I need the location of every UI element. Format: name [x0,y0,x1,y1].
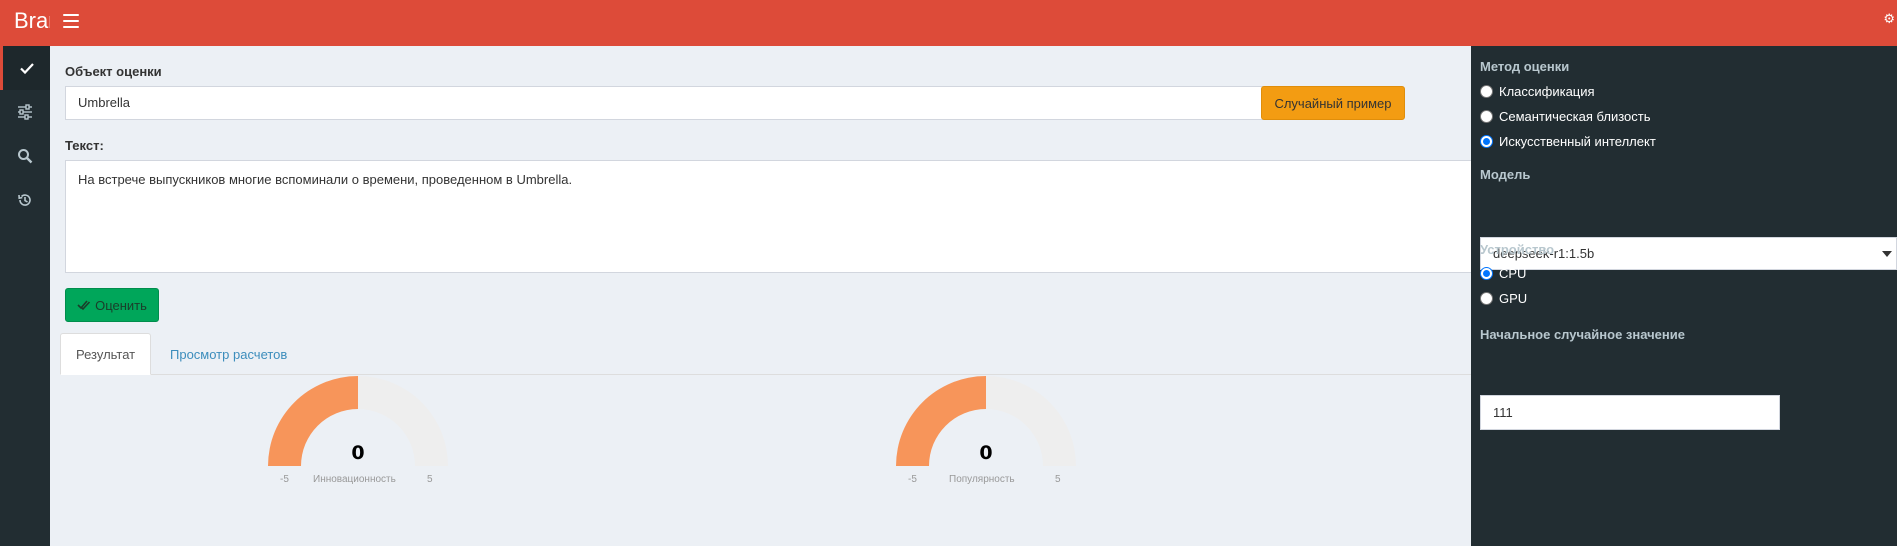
method-option-ai[interactable]: Искусственный интеллект [1480,134,1656,149]
object-input[interactable]: Umbrella [65,86,1281,120]
device-option-gpu[interactable]: GPU [1480,291,1527,306]
tab-result[interactable]: Результат [60,333,152,375]
check-icon [19,63,34,75]
object-label: Объект оценки [65,64,162,79]
evaluate-button-label: Оценить [95,297,147,313]
gauge-min: -5 [280,474,289,485]
sidebar-item-settings[interactable] [0,90,50,134]
text-area[interactable]: На встрече выпускников многие вспоминали… [65,160,1471,273]
sliders-icon [18,104,32,120]
gauge-popularity: 0 -5 Популярность 5 [886,376,1086,486]
radio-label: CPU [1499,266,1527,281]
brand-logo[interactable]: Brand [0,0,50,46]
top-header: Brand ⚙ [0,0,1897,46]
radio-button[interactable] [1480,292,1493,305]
random-example-button[interactable]: Случайный пример [1261,86,1405,120]
radio-label: Классификация [1499,84,1595,99]
model-label: Модель [1480,167,1531,182]
gauge-value: 0 [351,442,365,464]
radio-button[interactable] [1480,135,1493,148]
radio-label: Семантическая близость [1499,109,1651,124]
chevron-down-icon [1882,251,1892,257]
radio-label: GPU [1499,291,1528,306]
history-icon [18,194,31,206]
radio-button[interactable] [1480,85,1493,98]
tab-calculations[interactable]: Просмотр расчетов [155,333,302,375]
gauge-min: -5 [908,474,917,485]
device-option-cpu[interactable]: CPU [1480,266,1526,281]
method-option-classification[interactable]: Классификация [1480,84,1595,99]
gauge-value: 0 [979,442,993,464]
method-label: Метод оценки [1480,59,1570,74]
gear-icon[interactable]: ⚙ [1883,12,1895,27]
device-label: Устройство [1480,242,1555,257]
gauge-innovation: 0 -5 Инновационность 5 [258,376,458,486]
right-settings-panel: Метод оценки Классификация Семантическая… [1471,46,1897,546]
text-label: Текст: [65,138,104,153]
gauge-max: 5 [1055,474,1061,485]
hamburger-icon[interactable] [63,14,79,28]
seed-input[interactable]: 111 [1480,395,1780,430]
radio-button[interactable] [1480,110,1493,123]
search-icon [18,149,33,164]
radio-label: Искусственный интеллект [1499,134,1656,149]
seed-label: Начальное случайное значение [1480,327,1685,342]
sidebar-item-search[interactable] [0,134,50,178]
gauge-max: 5 [427,474,433,485]
left-sidebar [0,46,50,546]
method-option-semantic[interactable]: Семантическая близость [1480,109,1651,124]
gauge-name: Инновационность [313,474,396,485]
radio-button[interactable] [1480,267,1493,280]
double-check-icon [77,300,91,311]
sidebar-item-evaluate[interactable] [0,46,50,90]
gauge-name: Популярность [949,474,1015,485]
evaluate-button[interactable]: Оценить [65,288,159,322]
sidebar-item-history[interactable] [0,178,50,222]
